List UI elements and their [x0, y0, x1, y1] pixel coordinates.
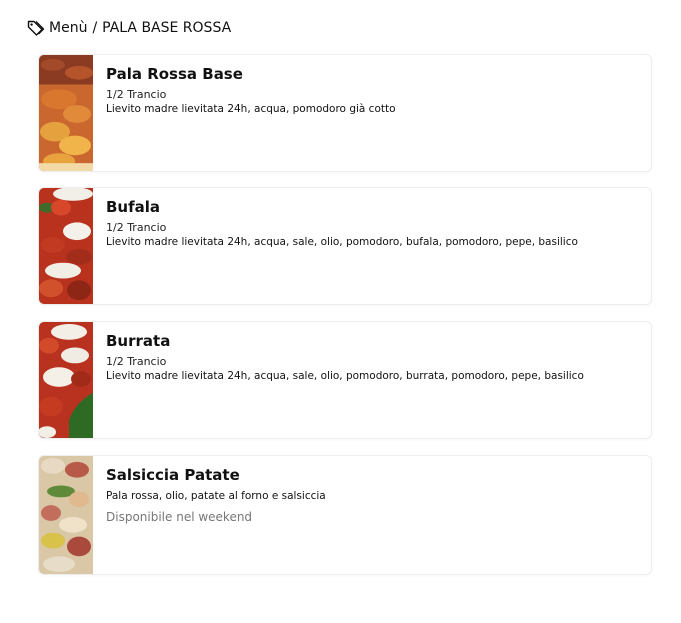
menu-item-portion: 1/2 Trancio	[106, 355, 167, 368]
menu-item-portion: 1/2 Trancio	[106, 221, 167, 234]
menu-item-title: Pala Rossa Base	[106, 65, 243, 83]
menu-item-title: Bufala	[106, 198, 161, 216]
menu-item-description: Lievito madre lievitata 24h, acqua, sale…	[106, 370, 584, 382]
menu-item-card-pala-rossa-base[interactable]: Pala Rossa Base 1/2 Trancio Lievito madr…	[38, 54, 652, 172]
menu-item-photo	[39, 188, 93, 304]
breadcrumb-separator: /	[92, 20, 98, 36]
menu-item-title: Burrata	[106, 332, 171, 350]
menu-item-portion: 1/2 Trancio	[106, 88, 167, 101]
menu-item-title: Salsiccia Patate	[106, 466, 240, 484]
breadcrumb: Menù / PALA BASE ROSSA	[26, 18, 231, 38]
menu-item-photo	[39, 322, 93, 438]
tag-icon	[26, 18, 46, 38]
menu-item-card-salsiccia-patate[interactable]: Salsiccia Patate Pala rossa, olio, patat…	[38, 455, 652, 575]
menu-item-description: Pala rossa, olio, patate al forno e sals…	[106, 490, 326, 502]
menu-item-photo	[39, 55, 93, 171]
menu-item-photo	[39, 456, 93, 574]
availability-note: Disponibile nel weekend	[106, 510, 253, 524]
breadcrumb-root-link[interactable]: Menù	[49, 20, 87, 36]
menu-item-card-burrata[interactable]: Burrata 1/2 Trancio Lievito madre lievit…	[38, 321, 652, 439]
menu-item-description: Lievito madre lievitata 24h, acqua, sale…	[106, 236, 578, 248]
breadcrumb-current: PALA BASE ROSSA	[102, 20, 232, 36]
menu-item-description: Lievito madre lievitata 24h, acqua, pomo…	[106, 103, 396, 115]
menu-item-card-bufala[interactable]: Bufala 1/2 Trancio Lievito madre lievita…	[38, 187, 652, 305]
